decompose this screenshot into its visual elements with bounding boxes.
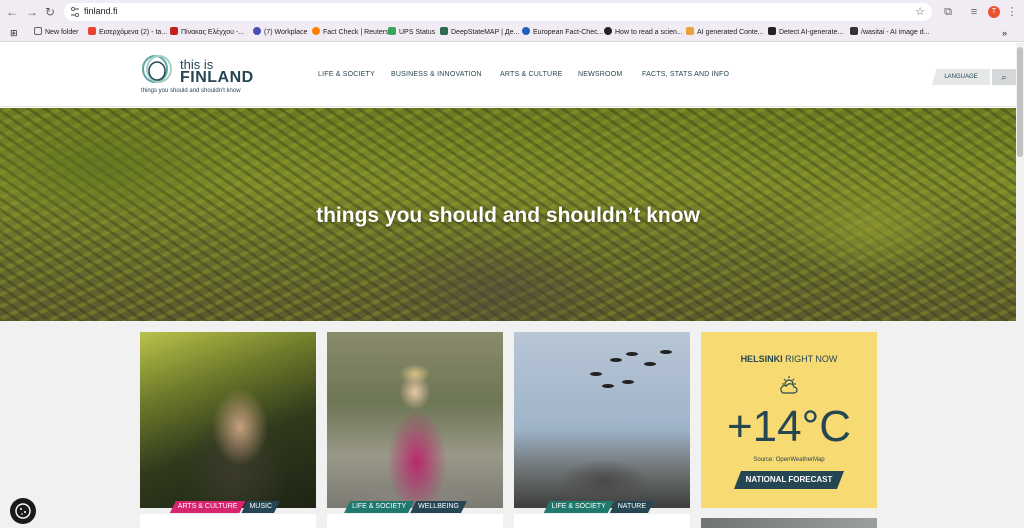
bookmark-favicon-icon bbox=[170, 27, 178, 35]
gmail-icon bbox=[88, 27, 96, 35]
bookmark-item[interactable]: New folder bbox=[34, 27, 78, 39]
page-scrollbar[interactable] bbox=[1016, 43, 1024, 528]
article-caption bbox=[140, 514, 316, 528]
bird-shape bbox=[644, 362, 656, 366]
bookmark-item[interactable]: (7) Workplace bbox=[253, 27, 307, 39]
reuters-icon bbox=[312, 27, 320, 35]
bookmark-item[interactable]: UPS Status bbox=[388, 27, 435, 39]
bird-shape bbox=[590, 372, 602, 376]
bookmarks-bar: ⊞ New folder Εισερχόμενα (2) - ta... Πίν… bbox=[0, 24, 1024, 42]
menu-icon[interactable]: ⋮ bbox=[1004, 4, 1020, 20]
cookie-icon bbox=[15, 503, 31, 519]
bookmark-item[interactable]: AI generated Conte... bbox=[686, 27, 764, 39]
extensions-icon[interactable]: ⧉ bbox=[940, 4, 956, 20]
forward-icon[interactable]: → bbox=[24, 4, 40, 20]
article-card[interactable]: LIFE & SOCIETY NATURE bbox=[514, 332, 690, 528]
content-area: ARTS & CULTURE MUSIC LIFE & SOCIETY WELL… bbox=[0, 321, 1016, 528]
browser-toolbar: ← → ↻ finland.fi ☆ ⧉ ≡ T ⋮ bbox=[0, 0, 1024, 24]
bird-shape bbox=[660, 350, 672, 354]
bookmark-item[interactable]: DeepStateMAP | Де... bbox=[440, 27, 519, 39]
hero-title: things you should and shouldn’t know bbox=[316, 204, 700, 227]
bookmark-favicon-icon bbox=[440, 27, 448, 35]
globe-icon bbox=[604, 27, 612, 35]
nav-arts-culture[interactable]: ARTS & CULTURE bbox=[500, 71, 562, 78]
logo-text-main[interactable]: FINLAND bbox=[180, 69, 254, 87]
site-info-icon[interactable] bbox=[70, 6, 80, 18]
search-icon[interactable]: ⌕ bbox=[992, 69, 1016, 85]
bookmark-item[interactable]: Fact Check | Reuters bbox=[312, 27, 389, 39]
bookmark-item[interactable]: Detect AI-generate... bbox=[768, 27, 843, 39]
nav-life-society[interactable]: LIFE & SOCIETY bbox=[318, 71, 375, 78]
article-caption bbox=[327, 514, 503, 528]
hero-banner: things you should and shouldn’t know bbox=[0, 108, 1016, 321]
article-card[interactable] bbox=[701, 518, 877, 528]
bookmark-item[interactable]: How to read a scien... bbox=[604, 27, 683, 39]
tag-music[interactable]: MUSIC bbox=[241, 501, 280, 513]
tag-nature[interactable]: NATURE bbox=[610, 501, 654, 513]
language-button[interactable]: LANGUAGE bbox=[932, 69, 990, 85]
bookmark-item[interactable]: European Fact-Chec... bbox=[522, 27, 603, 39]
profile-avatar[interactable]: T bbox=[988, 6, 1000, 18]
article-image[interactable] bbox=[140, 332, 316, 508]
article-tags: ARTS & CULTURE MUSIC bbox=[170, 501, 280, 513]
article-card[interactable]: LIFE & SOCIETY WELLBEING bbox=[327, 332, 503, 528]
bird-shape bbox=[610, 358, 622, 362]
article-card[interactable]: ARTS & CULTURE MUSIC bbox=[140, 332, 316, 528]
partly-cloudy-icon bbox=[780, 376, 798, 394]
bookmark-item[interactable]: /wasitai - AI image d... bbox=[850, 27, 929, 39]
nav-facts-stats[interactable]: FACTS, STATS AND INFO bbox=[642, 71, 729, 78]
article-tags: LIFE & SOCIETY WELLBEING bbox=[344, 501, 467, 513]
folder-icon bbox=[34, 27, 42, 35]
back-icon[interactable]: ← bbox=[4, 4, 20, 20]
site-header: this is FINLAND things you should and sh… bbox=[0, 43, 1016, 107]
reload-icon[interactable]: ↻ bbox=[42, 4, 58, 20]
national-forecast-button[interactable]: NATIONAL FORECAST bbox=[734, 471, 844, 489]
tag-arts-culture[interactable]: ARTS & CULTURE bbox=[170, 501, 246, 513]
bookmark-favicon-icon bbox=[850, 27, 858, 35]
apps-grid-icon[interactable]: ⊞ bbox=[10, 27, 18, 39]
logo-tagline: things you should and shouldn't know bbox=[141, 88, 241, 94]
bookmark-favicon-icon bbox=[768, 27, 776, 35]
address-bar[interactable]: finland.fi ☆ bbox=[64, 3, 932, 21]
bookmark-item[interactable]: Εισερχόμενα (2) - ta... bbox=[88, 27, 167, 39]
bird-shape bbox=[602, 384, 614, 388]
temperature-value: +14°C bbox=[726, 402, 851, 451]
weather-widget: HELSINKI RIGHT NOW +14°C Source: OpenWea… bbox=[701, 332, 877, 508]
bookmark-favicon-icon bbox=[522, 27, 530, 35]
tag-life-society[interactable]: LIFE & SOCIETY bbox=[344, 501, 414, 513]
bookmark-favicon-icon bbox=[686, 27, 694, 35]
logo-icon[interactable] bbox=[140, 52, 174, 86]
scrollbar-thumb[interactable] bbox=[1017, 47, 1023, 157]
nav-business-innovation[interactable]: BUSINESS & INNOVATION bbox=[391, 71, 482, 78]
weather-source: Source: OpenWeatherMap bbox=[753, 457, 825, 463]
workplace-icon bbox=[253, 27, 261, 35]
article-tags: LIFE & SOCIETY NATURE bbox=[544, 501, 654, 513]
tag-wellbeing[interactable]: WELLBEING bbox=[410, 501, 467, 513]
nav-newsroom[interactable]: NEWSROOM bbox=[578, 71, 622, 78]
url-text: finland.fi bbox=[84, 6, 118, 16]
more-bookmarks-icon[interactable]: » bbox=[1002, 27, 1007, 39]
article-image[interactable] bbox=[514, 332, 690, 508]
bird-shape bbox=[626, 352, 638, 356]
bookmark-star-icon[interactable]: ☆ bbox=[915, 5, 925, 18]
media-controls-icon[interactable]: ≡ bbox=[966, 4, 982, 20]
tag-life-society[interactable]: LIFE & SOCIETY bbox=[544, 501, 614, 513]
article-image[interactable] bbox=[327, 332, 503, 508]
cookie-settings-button[interactable] bbox=[10, 498, 36, 524]
bird-shape bbox=[622, 380, 634, 384]
bookmark-favicon-icon bbox=[388, 27, 396, 35]
weather-location: HELSINKI RIGHT NOW bbox=[740, 354, 838, 364]
article-caption bbox=[514, 514, 690, 528]
bookmark-item[interactable]: Πίνακας Ελέγχου -... bbox=[170, 27, 244, 39]
